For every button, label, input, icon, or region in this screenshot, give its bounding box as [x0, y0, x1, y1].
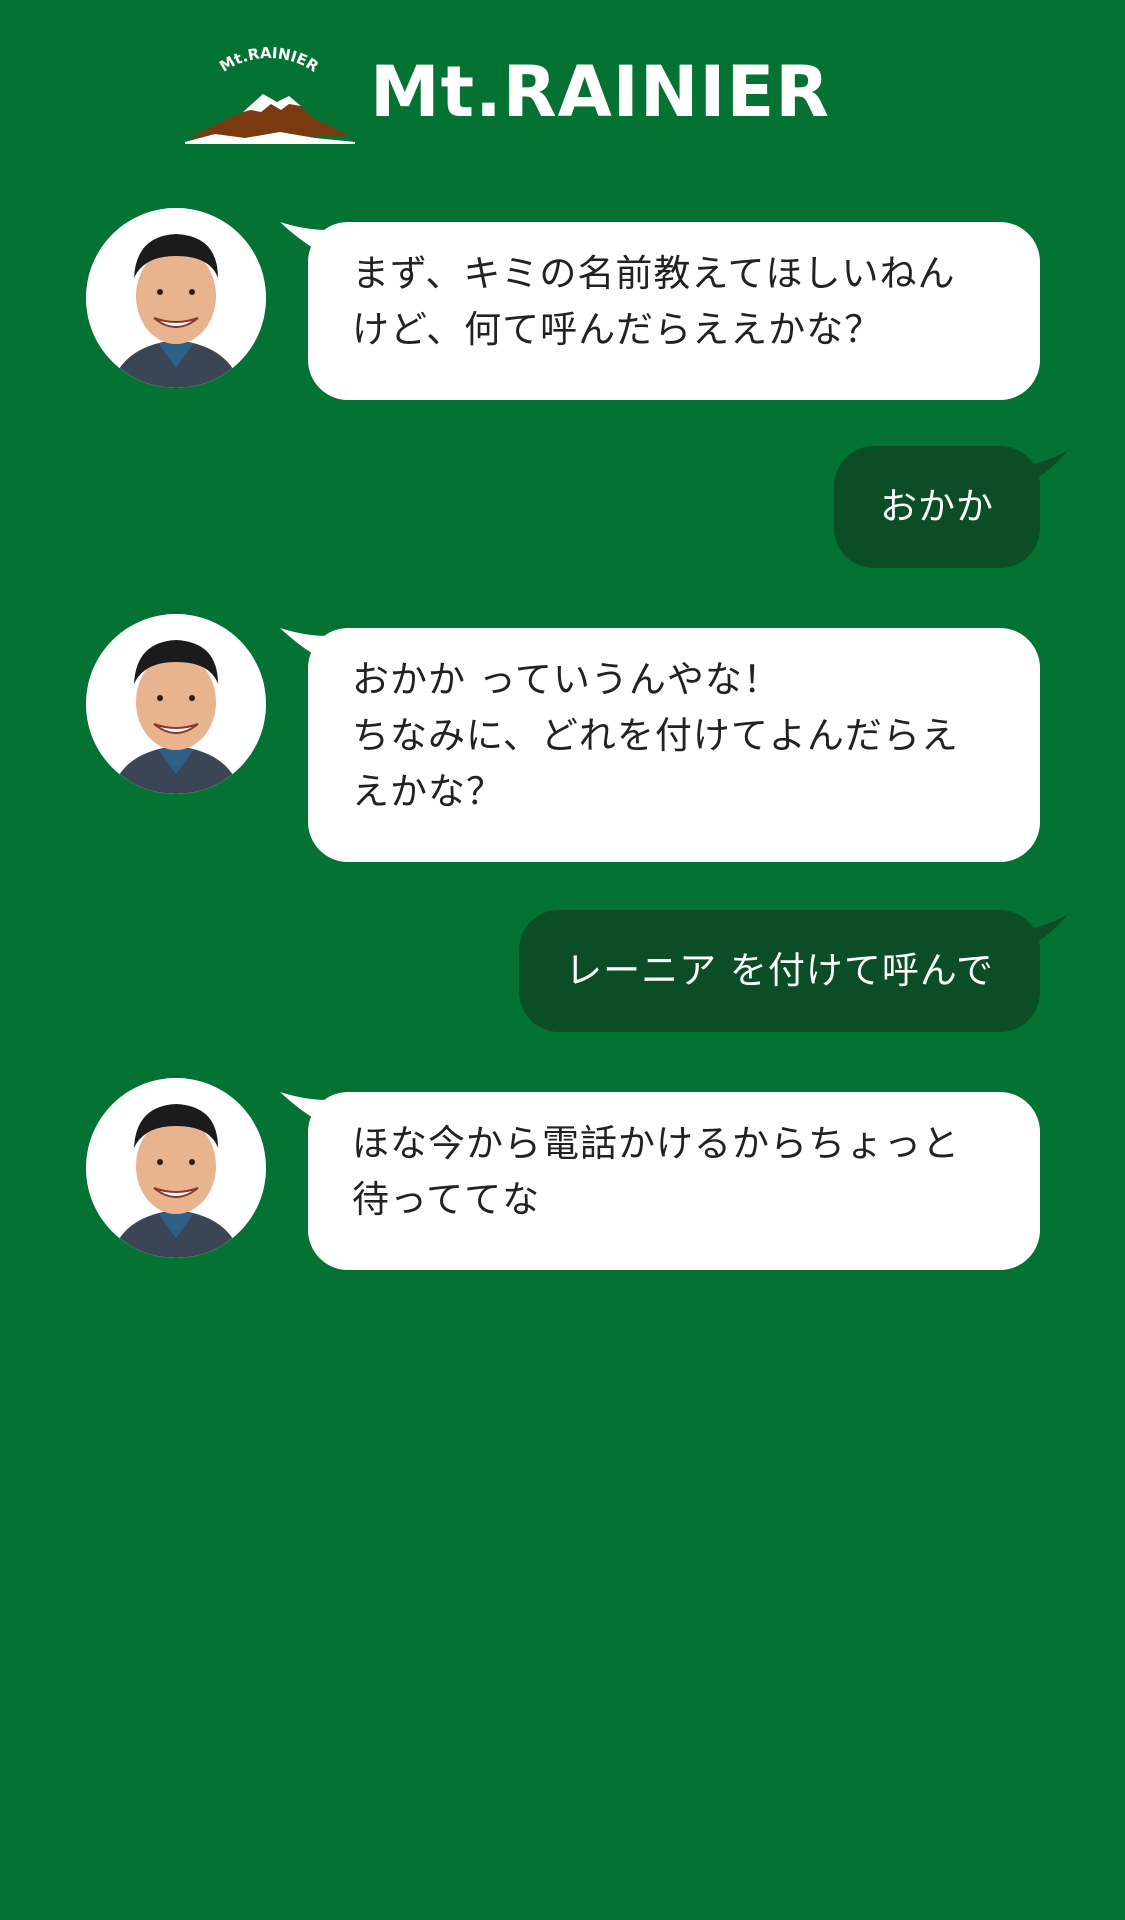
header: Mt.RAINIER Mt.RAINIER — [0, 40, 1125, 150]
logo-emblem-text: Mt.RAINIER — [216, 46, 322, 76]
mountain-logo-icon: Mt.RAINIER — [185, 46, 355, 144]
message-bubble-bot: ほな今から電話かけるからちょっと 待っててな — [308, 1092, 1040, 1270]
svg-text:Mt.RAINIER: Mt.RAINIER — [216, 46, 322, 76]
message-bubble-bot: まず、キミの名前教えてほしいねん けど、何て呼んだらええかな？ — [308, 222, 1040, 400]
chat-message-bot: おかか っていうんやな！ ちなみに、どれを付けてよんだらえ えかな？ — [0, 614, 1125, 864]
avatar — [86, 1078, 266, 1258]
message-bubble-user: レーニア を付けて呼んで — [519, 910, 1040, 1032]
message-bubble-user: おかか — [834, 446, 1040, 568]
chat-message-bot: まず、キミの名前教えてほしいねん けど、何て呼んだらええかな？ — [0, 208, 1125, 408]
avatar — [86, 614, 266, 794]
message-bubble-bot: おかか っていうんやな！ ちなみに、どれを付けてよんだらえ えかな？ — [308, 628, 1040, 862]
brand-name: Mt.RAINIER — [370, 51, 831, 133]
chat-message-user: レーニア を付けて呼んで — [0, 910, 1125, 1032]
avatar — [86, 208, 266, 388]
chat-message-user: おかか — [0, 446, 1125, 568]
chat-message-bot: ほな今から電話かけるからちょっと 待っててな — [0, 1078, 1125, 1278]
